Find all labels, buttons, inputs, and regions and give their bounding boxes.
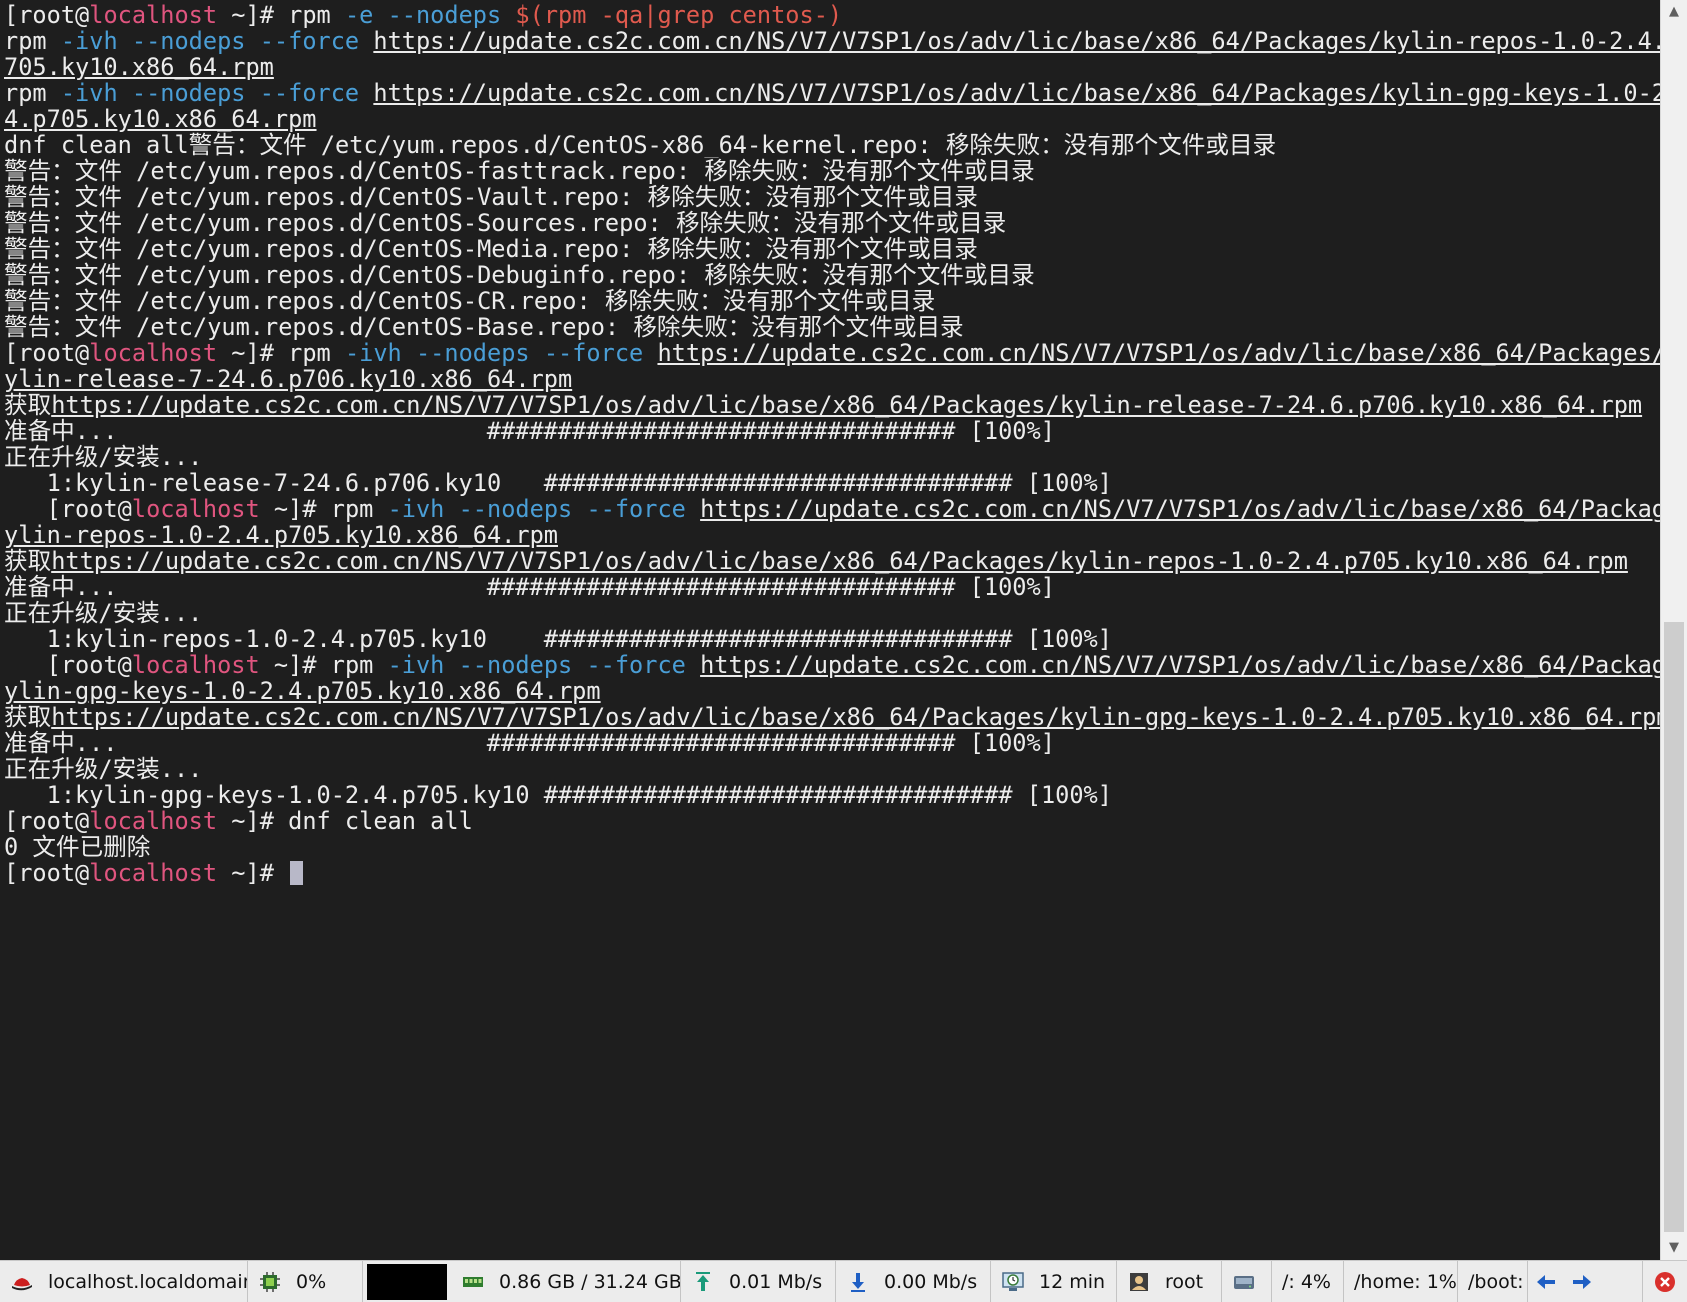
terminal-link[interactable]: 705.ky10.x86_64.rpm (4, 54, 274, 80)
arrow-right-icon (1573, 1274, 1591, 1289)
terminal-link[interactable]: ylin-release-7-24.6.p706.ky10.x86_64.rpm (4, 366, 572, 392)
terminal-link[interactable]: ylin-repos-1.0-2.4.p705.ky10.x86_64.rpm (4, 522, 558, 548)
scroll-down-button[interactable]: ▼ (1661, 1236, 1687, 1260)
status-disk[interactable] (1222, 1261, 1272, 1302)
terminal-link[interactable]: https://update.cs2c.com.cn/NS/V7/V7SP1/o… (700, 652, 1660, 678)
terminal-line: ylin-release-7-24.6.p706.ky10.x86_64.rpm (4, 366, 1660, 392)
terminal-line: 705.ky10.x86_64.rpm (4, 54, 1660, 80)
terminal-line: [root@localhost ~]# rpm -ivh --nodeps --… (4, 340, 1660, 366)
close-button[interactable] (1642, 1261, 1687, 1302)
memory-icon (463, 1276, 483, 1287)
scroll-up-button[interactable]: ▲ (1661, 0, 1687, 24)
terminal-link[interactable]: https://update.cs2c.com.cn/NS/V7/V7SP1/o… (373, 28, 1660, 54)
terminal-line: 1:kylin-gpg-keys-1.0-2.4.p705.ky10 #####… (4, 782, 1112, 808)
terminal-link[interactable]: https://update.cs2c.com.cn/NS/V7/V7SP1/o… (657, 340, 1660, 366)
cpu-graph (367, 1263, 447, 1300)
terminal-link[interactable]: https://update.cs2c.com.cn/NS/V7/V7SP1/o… (51, 548, 1628, 574)
status-bar: localhost.localdomain 0% 0.86 GB / 31.24… (0, 1260, 1687, 1302)
terminal-line: 警告：文件 /etc/yum.repos.d/CentOS-CR.repo: 移… (4, 288, 936, 314)
terminal-prompt-line[interactable]: [root@localhost ~]# (4, 860, 1660, 886)
terminal-link[interactable]: https://update.cs2c.com.cn/NS/V7/V7SP1/o… (700, 496, 1660, 522)
status-hostname[interactable]: localhost.localdomain (0, 1261, 248, 1302)
status-download[interactable]: 0.00 Mb/s (836, 1261, 991, 1302)
terminal-line: 警告：文件 /etc/yum.repos.d/CentOS-Base.repo:… (4, 314, 964, 340)
user-icon (1130, 1272, 1148, 1291)
status-disk-root[interactable]: /: 4% (1272, 1261, 1344, 1302)
status-disk-boot[interactable]: /boot: 2 (1458, 1261, 1528, 1302)
terminal-output[interactable]: [root@localhost ~]# rpm -e --nodeps $(rp… (0, 0, 1660, 1260)
terminal-line: 警告：文件 /etc/yum.repos.d/CentOS-Vault.repo… (4, 184, 978, 210)
terminal-line: [root@localhost ~]# rpm -ivh --nodeps --… (4, 496, 1660, 522)
status-uptime[interactable]: 12 min (991, 1261, 1117, 1302)
terminal-line: 正在升级/安装... (4, 756, 203, 782)
scroll-right-button[interactable] (1564, 1261, 1600, 1302)
redhat-icon (12, 1277, 32, 1290)
terminal-line: rpm -ivh --nodeps --force https://update… (4, 28, 1660, 54)
hard-disk-icon (1234, 1275, 1254, 1289)
terminal-line: 警告：文件 /etc/yum.repos.d/CentOS-fasttrack.… (4, 158, 1035, 184)
terminal-link[interactable]: https://update.cs2c.com.cn/NS/V7/V7SP1/o… (51, 392, 1642, 418)
terminal-line: 准备中... #################################… (4, 574, 1055, 600)
terminal-line: 0 文件已删除 (4, 834, 151, 860)
terminal-line: 警告：文件 /etc/yum.repos.d/CentOS-Debuginfo.… (4, 262, 1035, 288)
terminal-line: [root@localhost ~]# rpm -e --nodeps $(rp… (4, 2, 843, 28)
terminal-link[interactable]: 4.p705.ky10.x86_64.rpm (4, 106, 317, 132)
terminal-line: ylin-repos-1.0-2.4.p705.ky10.x86_64.rpm (4, 522, 1660, 548)
terminal-line: 获取https://update.cs2c.com.cn/NS/V7/V7SP1… (4, 392, 1643, 418)
terminal-line: 获取https://update.cs2c.com.cn/NS/V7/V7SP1… (4, 548, 1628, 574)
close-icon (1655, 1271, 1675, 1292)
terminal-line: 准备中... #################################… (4, 418, 1055, 444)
terminal-line: 1:kylin-repos-1.0-2.4.p705.ky10 ########… (4, 626, 1112, 652)
terminal-line: 正在升级/安装... (4, 600, 203, 626)
terminal-line: dnf clean all警告：文件 /etc/yum.repos.d/Cent… (4, 132, 1277, 158)
scroll-left-button[interactable] (1528, 1261, 1564, 1302)
terminal-line: [root@localhost ~]# rpm -ivh --nodeps --… (4, 652, 1660, 678)
scrollbar-thumb[interactable] (1664, 622, 1684, 1232)
terminal-line: 正在升级/安装... (4, 444, 203, 470)
cpu-chip-icon (260, 1271, 280, 1292)
terminal-link[interactable]: ylin-gpg-keys-1.0-2.4.p705.ky10.x86_64.r… (4, 678, 601, 704)
status-disk-home[interactable]: /home: 1% (1344, 1261, 1458, 1302)
terminal-line: ylin-gpg-keys-1.0-2.4.p705.ky10.x86_64.r… (4, 678, 1660, 704)
terminal-line: 4.p705.ky10.x86_64.rpm (4, 106, 1660, 132)
upload-arrow-icon (696, 1271, 710, 1291)
terminal-link[interactable]: https://update.cs2c.com.cn/NS/V7/V7SP1/o… (373, 80, 1660, 106)
status-upload[interactable]: 0.01 Mb/s (681, 1261, 836, 1302)
terminal-line: 1:kylin-release-7-24.6.p706.ky10 #######… (4, 470, 1112, 496)
terminal-line: 警告：文件 /etc/yum.repos.d/CentOS-Media.repo… (4, 236, 978, 262)
vertical-scrollbar[interactable]: ▲ ▼ (1660, 0, 1687, 1260)
clock-monitor-icon (1002, 1271, 1024, 1291)
arrow-left-icon (1537, 1274, 1555, 1289)
terminal-line: rpm -ivh --nodeps --force https://update… (4, 80, 1660, 106)
terminal-link[interactable]: https://update.cs2c.com.cn/NS/V7/V7SP1/o… (51, 704, 1660, 730)
terminal-line: 获取https://update.cs2c.com.cn/NS/V7/V7SP1… (4, 704, 1660, 730)
terminal-line: [root@localhost ~]# dnf clean all (4, 808, 473, 834)
terminal-line: 准备中... #################################… (4, 730, 1055, 756)
terminal-line: 警告：文件 /etc/yum.repos.d/CentOS-Sources.re… (4, 210, 1007, 236)
status-cpu[interactable]: 0% (248, 1261, 363, 1302)
status-user[interactable]: root (1117, 1261, 1222, 1302)
text-cursor (290, 861, 304, 885)
download-arrow-icon (851, 1272, 865, 1292)
status-memory[interactable]: 0.86 GB / 31.24 GB (451, 1261, 681, 1302)
